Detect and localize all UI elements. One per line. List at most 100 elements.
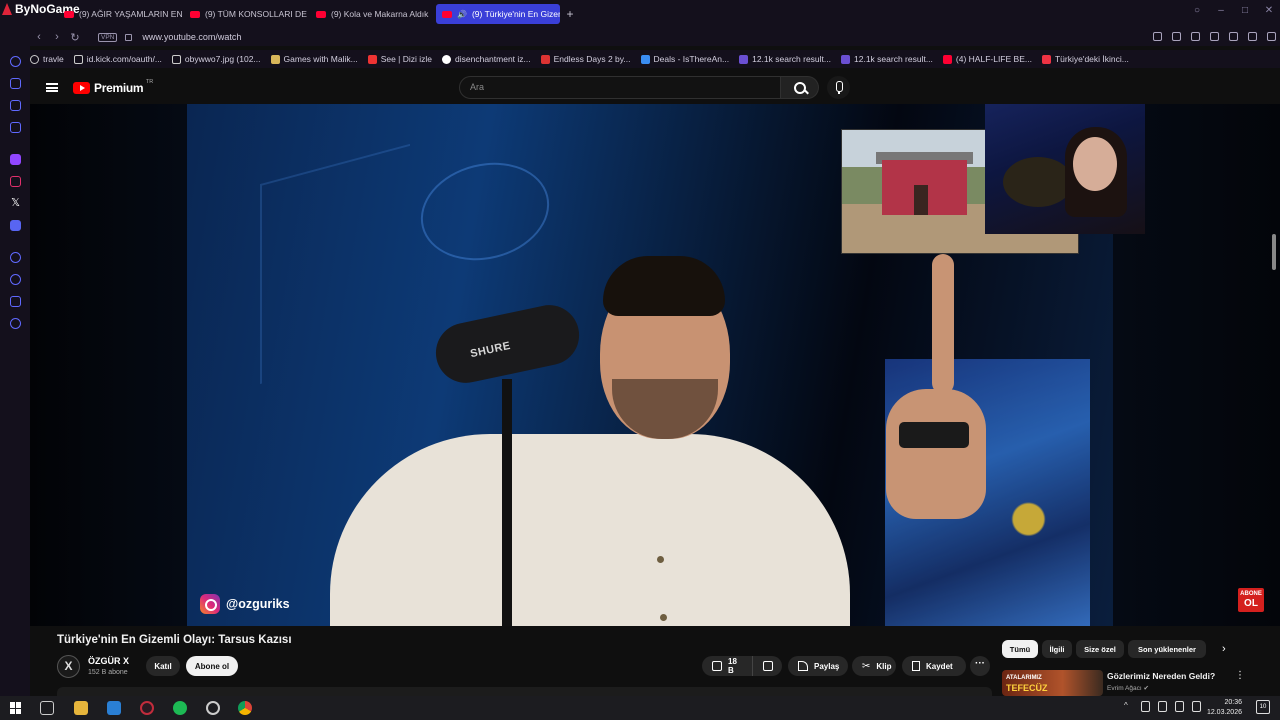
sync-icon[interactable] [1141, 701, 1150, 712]
pin-icon[interactable] [1172, 32, 1181, 41]
instagram-icon[interactable] [10, 176, 21, 187]
chip-related[interactable]: İlgili [1042, 640, 1072, 658]
minimize-icon[interactable]: – [1216, 6, 1226, 16]
reco-title[interactable]: Gözlerimiz Nereden Geldi? [1107, 671, 1215, 681]
subscribe-button[interactable]: Abone ol [186, 656, 238, 676]
chip-for-you[interactable]: Size özel [1076, 640, 1124, 658]
bookmark-item[interactable]: 12.1k search result... [841, 54, 933, 64]
play-icon [367, 54, 377, 64]
chevron-right-icon[interactable]: › [1222, 643, 1226, 655]
bookmark-item[interactable]: travle [30, 54, 64, 64]
search-tabs-icon[interactable]: ○ [1192, 6, 1202, 16]
chip-recent[interactable]: Son yüklenenler [1128, 640, 1206, 658]
subscribe-watermark[interactable]: ABONE OL [1238, 588, 1264, 612]
obs-icon[interactable] [206, 701, 220, 715]
share-button[interactable]: Paylaş [788, 656, 848, 676]
bookmark-item[interactable]: Games with Malik... [270, 54, 358, 64]
twitch-icon[interactable] [10, 154, 21, 165]
notification-icon[interactable]: 10 [1256, 700, 1270, 714]
shield-icon[interactable] [1210, 32, 1219, 41]
bookmark-item[interactable]: Türkiye'deki İkinci... [1041, 54, 1129, 64]
screenshot-icon[interactable] [1191, 32, 1200, 41]
player-icon[interactable] [10, 252, 21, 263]
bookmark-item[interactable]: id.kick.com/oauth/... [73, 54, 162, 64]
back-icon[interactable]: ‹ [30, 31, 48, 43]
video-left-fill [30, 104, 187, 626]
reco-channel[interactable]: Evrim Ağacı ✔ [1107, 684, 1149, 692]
bookmark-item[interactable]: Endless Days 2 by... [540, 54, 631, 64]
task-view-icon[interactable] [40, 701, 54, 715]
like-button[interactable]: 18 B [702, 656, 752, 676]
video-player[interactable]: SHURE @ozguriks ABONE OL [30, 104, 1280, 626]
bookmark-label: Endless Days 2 by... [553, 54, 631, 64]
scrollbar-thumb[interactable] [1272, 234, 1276, 270]
ai-icon[interactable] [10, 56, 21, 67]
reco-more-icon[interactable]: ⋮ [1235, 670, 1245, 681]
bookmark-item[interactable]: 12.1k search result... [739, 54, 831, 64]
youtube-logo[interactable]: Premium TR [73, 79, 153, 95]
clip-button[interactable]: ✂ Klip [852, 656, 896, 676]
youtube-play-icon [73, 82, 90, 94]
network-icon[interactable] [1175, 701, 1184, 712]
history-icon[interactable] [10, 274, 21, 285]
speed-dial-icon[interactable] [10, 78, 21, 89]
close-icon[interactable]: ✕ [1264, 6, 1274, 16]
bookmark-item[interactable]: Deals - IsThereAn... [640, 54, 729, 64]
menu-icon[interactable] [1267, 32, 1276, 41]
tab-1[interactable]: (9) AĞIR YAŞAMLARIN EN [58, 4, 182, 24]
search-button[interactable] [781, 76, 819, 99]
store-icon[interactable] [107, 701, 121, 715]
volume-icon[interactable] [1192, 701, 1201, 712]
vpn-badge[interactable]: VPN [98, 32, 118, 42]
tab-list: (9) AĞIR YAŞAMLARIN EN (9) TÜM KONSOLLAR… [58, 4, 578, 24]
presenter-shirt [330, 434, 850, 626]
channel-avatar[interactable]: X [57, 655, 80, 678]
dislike-button[interactable] [752, 656, 782, 676]
image-icon [540, 54, 550, 64]
clock[interactable]: 20:36 12.03.2026 [1207, 698, 1242, 718]
join-button[interactable]: Katıl [146, 656, 180, 676]
voice-search-button[interactable] [827, 76, 850, 99]
new-tab-button[interactable]: + [562, 4, 578, 24]
messenger-icon[interactable] [10, 122, 21, 133]
tab-3[interactable]: (9) Kola ve Makarna Aldık [310, 4, 434, 24]
forward-icon[interactable]: › [48, 31, 66, 43]
bookmark-item[interactable]: disenchantment iz... [442, 54, 531, 64]
heart-icon[interactable] [1248, 32, 1257, 41]
extensions-icon[interactable] [10, 296, 21, 307]
clock-date: 12.03.2026 [1206, 709, 1242, 716]
tab-2[interactable]: (9) TÜM KONSOLLARI DE [184, 4, 308, 24]
opera-gx-icon[interactable] [140, 701, 154, 715]
file-explorer-icon[interactable] [74, 701, 88, 715]
settings-icon[interactable] [10, 318, 21, 329]
player-icon[interactable] [1229, 32, 1238, 41]
microphone-icon[interactable] [1158, 701, 1167, 712]
menu-icon[interactable] [46, 83, 58, 92]
tab-4-active[interactable]: 🔊 (9) Türkiye'nin En Gizem [436, 4, 560, 24]
thumb-text-1: ATALARIMIZ [1006, 675, 1042, 681]
save-button[interactable]: Kaydet [902, 656, 966, 676]
channel-name[interactable]: ÖZGÜR X [88, 656, 129, 666]
bookmark-item[interactable]: See | Dizi izle [367, 54, 432, 64]
zoom-icon[interactable] [1153, 32, 1162, 41]
chrome-icon[interactable] [238, 701, 252, 715]
bookmark-item[interactable]: obywwo7.jpg (102... [171, 54, 261, 64]
chevron-up-icon[interactable]: ^ [1124, 701, 1133, 712]
description-box[interactable] [57, 687, 992, 696]
reload-icon[interactable]: ↻ [66, 31, 84, 44]
spotify-icon[interactable] [173, 701, 187, 715]
maximize-icon[interactable]: □ [1240, 6, 1250, 16]
url-field[interactable]: www.youtube.com/watch [142, 32, 241, 42]
discord-icon[interactable] [10, 220, 21, 231]
lock-icon[interactable] [125, 33, 133, 41]
youtube-icon [442, 10, 452, 18]
reco-thumbnail[interactable]: ATALARIMIZ TEFECÜZ [1002, 670, 1103, 696]
gx-corner-icon[interactable] [10, 100, 21, 111]
bookmark-item[interactable]: (4) HALF-LIFE BE... [942, 54, 1032, 64]
x-icon[interactable]: 𝕏 [10, 198, 21, 209]
start-icon[interactable] [10, 702, 22, 714]
bookmark-label: id.kick.com/oauth/... [86, 54, 162, 64]
more-actions-button[interactable]: ··· [970, 656, 990, 676]
search-input[interactable]: Ara [459, 76, 781, 99]
chip-all[interactable]: Tümü [1002, 640, 1038, 658]
